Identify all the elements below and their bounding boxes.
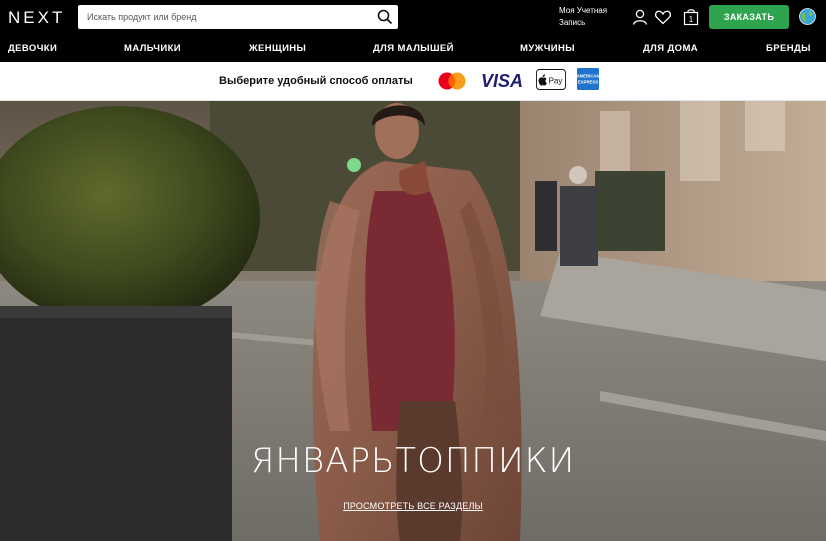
nav-item-baby[interactable]: ДЛЯ МАЛЫШЕЙ [373,43,454,54]
cart-icon[interactable]: 1 [682,8,700,26]
account-label-line2: Запись [559,18,586,27]
hero-title: ЯНВАРЬТОППИКИ [250,441,576,481]
bag-icon: 1 [683,9,699,26]
svg-text:AMERICAN: AMERICAN [577,74,599,79]
account-label-line1: Моя Учетная [559,6,608,15]
amex-icon: AMERICAN EXPRESS [577,68,599,90]
heart-icon[interactable] [654,8,672,26]
nav-item-girls[interactable]: ДЕВОЧКИ [8,43,57,54]
apple-pay-icon: Pay [536,69,566,90]
visa-icon: VISA [481,71,523,91]
category-nav: ДЕВОЧКИ МАЛЬЧИКИ ЖЕНЩИНЫ ДЛЯ МАЛЫШЕЙ МУЖ… [0,37,826,62]
mastercard-icon [438,72,466,90]
account-link[interactable]: Моя Учетная Запись [559,5,624,29]
header-bar: NEXT Моя Учетная Запись 1 ЗАКАЗАТЬ [0,0,826,37]
apple-pay-text: Pay [549,77,563,86]
cart-count: 1 [689,15,694,24]
visa-logo-text: VISA [481,71,523,91]
nav-item-women[interactable]: ЖЕНЩИНЫ [249,43,306,54]
nav-item-men[interactable]: МУЖЧИНЫ [520,43,575,54]
next-logo[interactable]: NEXT [8,8,65,28]
user-icon[interactable] [631,8,649,26]
payment-text: Выберите удобный способ оплаты [219,75,413,87]
search-icon[interactable] [377,9,393,25]
search-box[interactable] [78,5,398,29]
nav-item-brands[interactable]: БРЕНДЫ [766,43,811,54]
view-all-sections-link[interactable]: ПРОСМОТРЕТЬ ВСЕ РАЗДЕЛЫ [0,501,826,511]
svg-text:EXPRESS: EXPRESS [578,80,598,85]
hero-banner[interactable]: ЯНВАРЬТОППИКИ ПРОСМОТРЕТЬ ВСЕ РАЗДЕЛЫ [0,101,826,541]
checkout-button[interactable]: ЗАКАЗАТЬ [709,5,789,29]
nav-item-boys[interactable]: МАЛЬЧИКИ [124,43,181,54]
search-input[interactable] [78,5,368,29]
nav-item-home[interactable]: ДЛЯ ДОМА [643,43,698,54]
country-globe-icon[interactable] [799,8,816,25]
payment-banner[interactable]: Выберите удобный способ оплаты VISA Pay … [0,62,826,101]
